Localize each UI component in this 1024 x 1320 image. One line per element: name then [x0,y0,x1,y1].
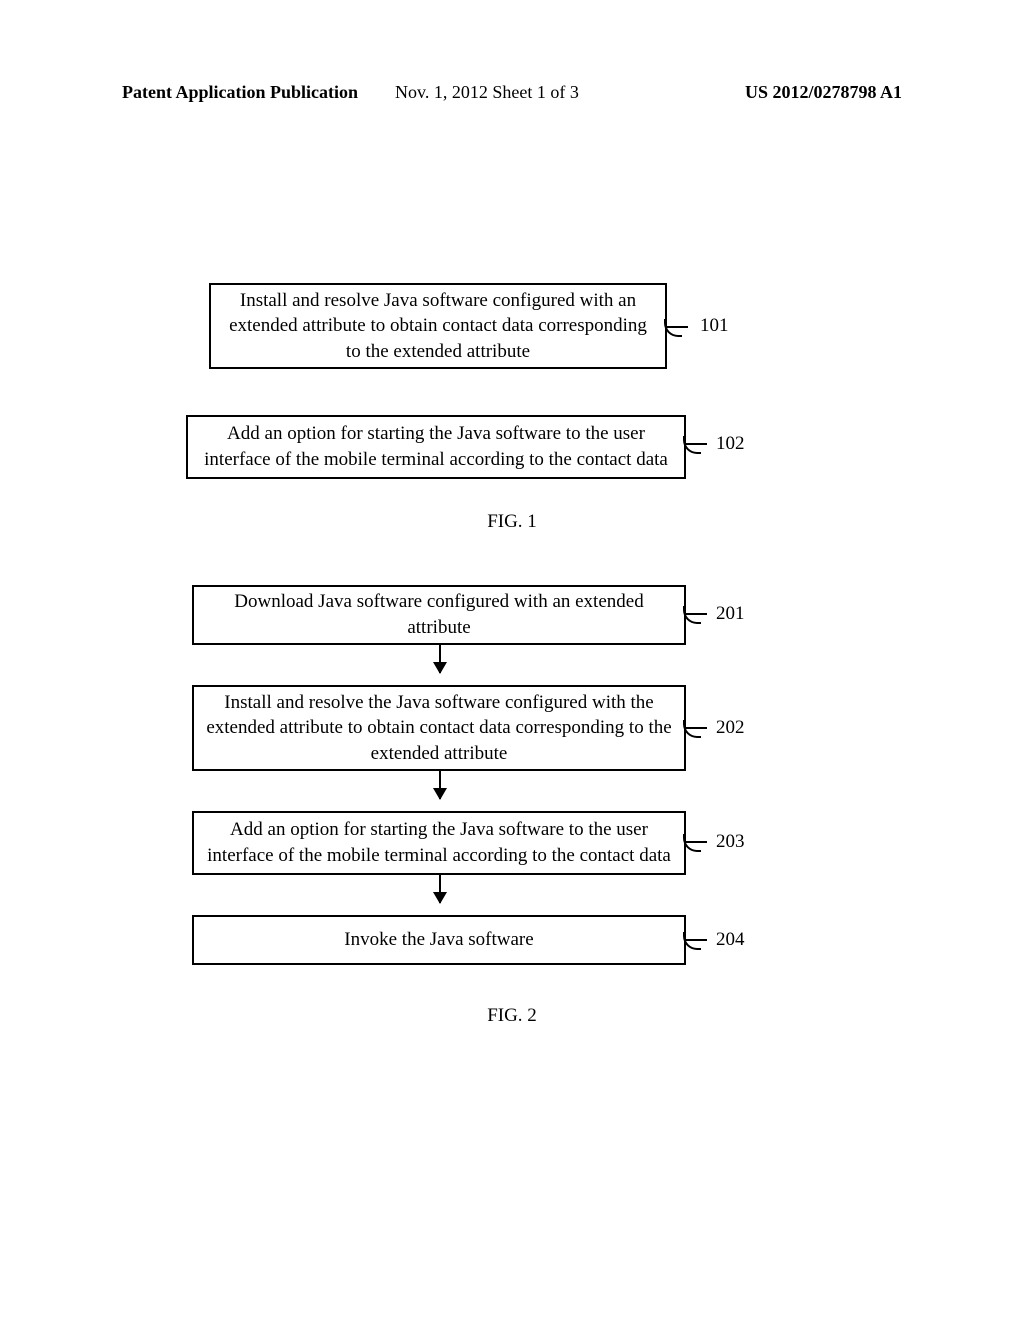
reference-label-204: 204 [716,929,745,951]
header-publication: Patent Application Publication [122,82,358,103]
connector-203 [685,841,707,843]
figure-1-caption: FIG. 1 [487,511,537,533]
flow-box-203: Add an option for starting the Java soft… [192,811,686,875]
connector-102 [685,443,707,445]
flow-box-101: Install and resolve Java software config… [209,283,667,369]
flow-box-202: Install and resolve the Java software co… [192,685,686,771]
connector-101 [666,326,688,328]
flow-box-204-text: Invoke the Java software [344,927,533,953]
arrow-202-203 [439,771,441,799]
arrow-201-202 [439,645,441,673]
arrow-203-204 [439,875,441,903]
flow-box-102: Add an option for starting the Java soft… [186,415,686,479]
flow-box-101-text: Install and resolve Java software config… [223,288,653,365]
header-pub-number: US 2012/0278798 A1 [745,82,902,103]
flow-box-203-text: Add an option for starting the Java soft… [206,817,672,868]
connector-202 [685,727,707,729]
flow-box-204: Invoke the Java software [192,915,686,965]
flow-box-102-text: Add an option for starting the Java soft… [200,421,672,472]
flow-box-201-text: Download Java software configured with a… [206,589,672,640]
flow-box-201: Download Java software configured with a… [192,585,686,645]
header-date-sheet: Nov. 1, 2012 Sheet 1 of 3 [395,82,579,103]
flow-box-202-text: Install and resolve the Java software co… [206,690,672,767]
reference-label-202: 202 [716,717,745,739]
connector-201 [685,613,707,615]
reference-label-201: 201 [716,603,745,625]
reference-label-102: 102 [716,433,745,455]
reference-label-203: 203 [716,831,745,853]
reference-label-101: 101 [700,315,729,337]
connector-204 [685,939,707,941]
figure-2-caption: FIG. 2 [487,1005,537,1027]
